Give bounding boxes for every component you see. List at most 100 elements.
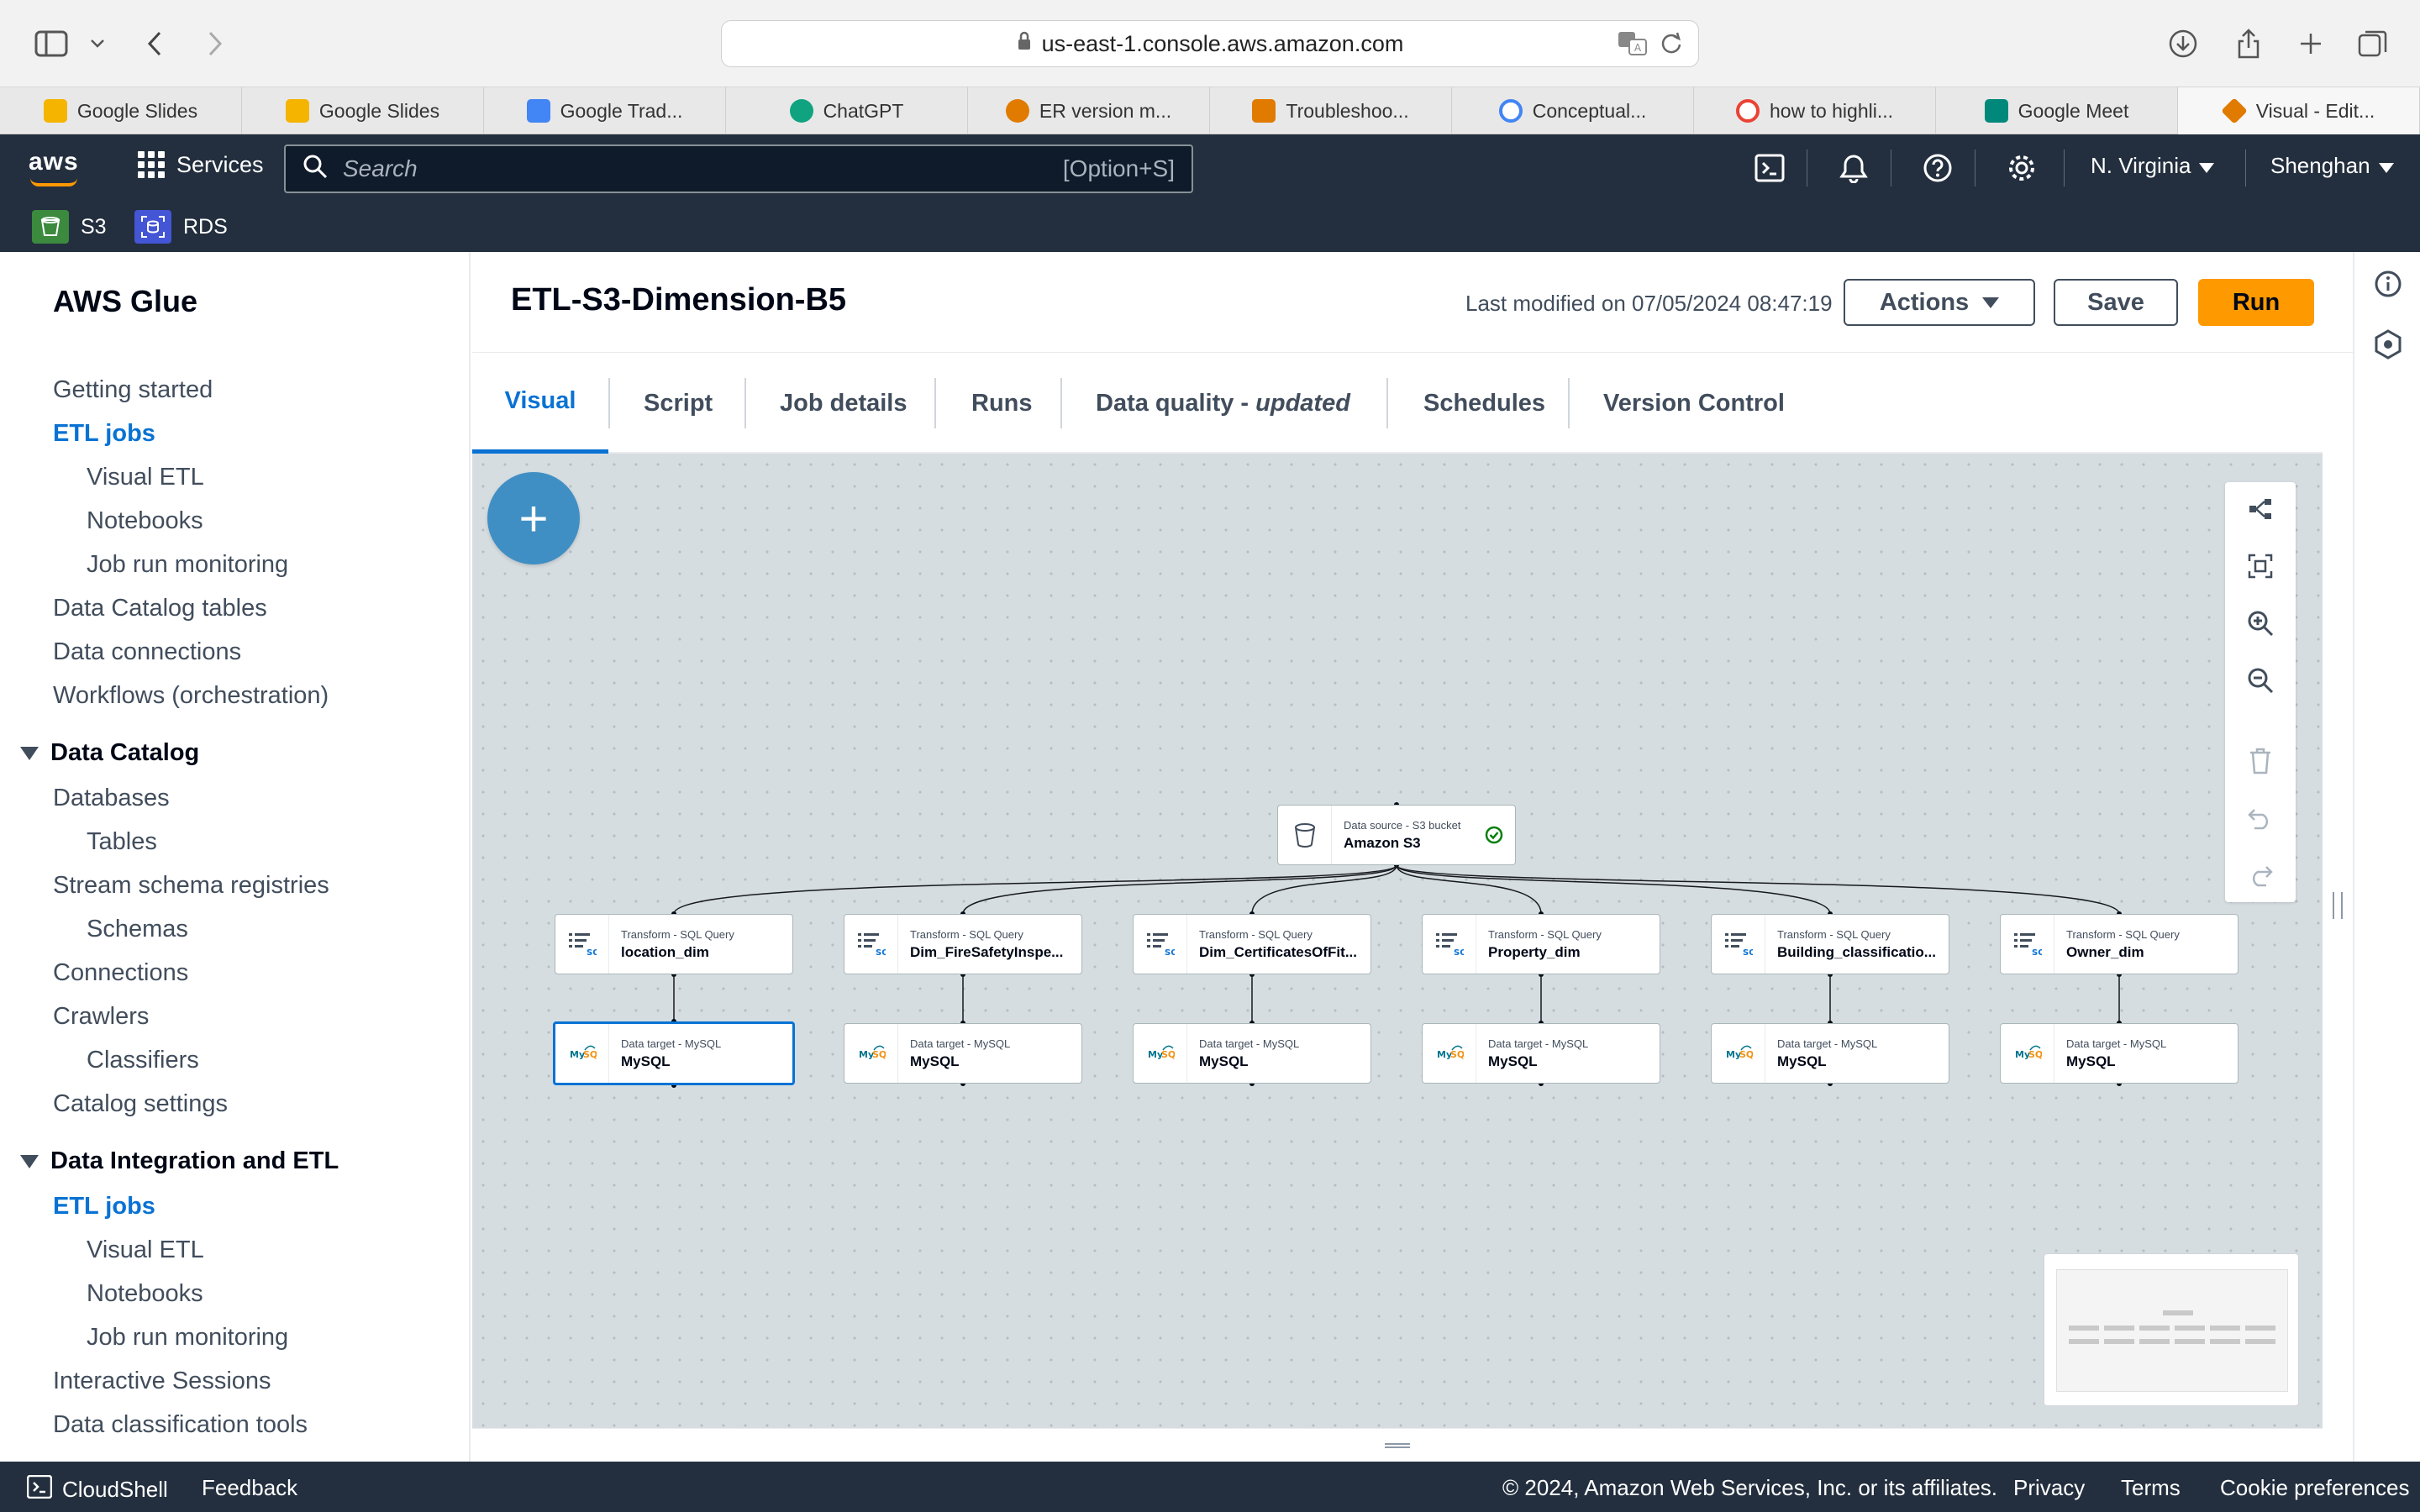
- sidebar-item-databases[interactable]: Databases: [53, 785, 170, 812]
- browser-tab[interactable]: Google Slides: [0, 87, 242, 134]
- tab-data-quality[interactable]: Data quality - updated: [1096, 353, 1350, 454]
- fit-view-icon[interactable]: [2245, 551, 2275, 581]
- sidebar-item-crawlers[interactable]: Crawlers: [53, 1003, 149, 1031]
- browser-tab[interactable]: Troubleshoo...: [1210, 87, 1452, 134]
- sidebar-item-visual-etl-2[interactable]: Visual ETL: [87, 1236, 204, 1264]
- browser-tab[interactable]: ER version m...: [968, 87, 1210, 134]
- undo-icon[interactable]: [2245, 803, 2275, 833]
- sidebar-item-connections[interactable]: Connections: [53, 959, 188, 987]
- redo-icon[interactable]: [2245, 860, 2275, 890]
- sidebar-item-getting-started[interactable]: Getting started: [53, 376, 213, 404]
- browser-tab[interactable]: ChatGPT: [726, 87, 968, 134]
- tab-visual[interactable]: Visual: [472, 353, 608, 454]
- actions-button[interactable]: Actions: [1844, 279, 2035, 326]
- bell-icon[interactable]: [1837, 151, 1870, 185]
- sidebar-item-catalog-settings[interactable]: Catalog settings: [53, 1090, 228, 1118]
- zoom-out-icon[interactable]: [2245, 665, 2275, 696]
- zoom-in-icon[interactable]: [2245, 608, 2275, 638]
- browser-tab[interactable]: Google Slides: [242, 87, 484, 134]
- node-data-target-mysql[interactable]: MySQL Data target - MySQL MySQL: [2000, 1023, 2238, 1084]
- run-button[interactable]: Run: [2198, 279, 2314, 326]
- node-data-target-mysql[interactable]: MySQL Data target - MySQL MySQL: [553, 1021, 795, 1085]
- address-bar[interactable]: us-east-1.console.aws.amazon.com A: [721, 20, 1699, 67]
- gear-icon[interactable]: [2005, 151, 2039, 185]
- help-icon[interactable]: [1921, 151, 1954, 185]
- sidebar-item-etl-jobs-2[interactable]: ETL jobs: [53, 1193, 155, 1221]
- save-button[interactable]: Save: [2054, 279, 2178, 326]
- browser-tab[interactable]: Conceptual...: [1452, 87, 1694, 134]
- node-transform-sql[interactable]: SQL Transform - SQL Query Dim_FireSafetyI…: [844, 914, 1082, 974]
- chevron-down-icon[interactable]: [87, 25, 108, 62]
- forward-icon[interactable]: [200, 25, 230, 62]
- sidebar-item-data-connections[interactable]: Data connections: [53, 638, 241, 666]
- visual-editor-canvas[interactable]: + Data source - S3 bucket Amazon S3 SQ T…: [472, 454, 2323, 1428]
- sidebar-item-workflows[interactable]: Workflows (orchestration): [53, 682, 329, 710]
- sidebar-item-visual-etl[interactable]: Visual ETL: [87, 464, 204, 491]
- node-transform-sql[interactable]: SQL Transform - SQL Query Building_classi…: [1711, 914, 1949, 974]
- new-tab-icon[interactable]: [2294, 25, 2328, 62]
- sidebar-item-schemas[interactable]: Schemas: [87, 916, 188, 943]
- cloudshell-icon[interactable]: [1753, 151, 1786, 185]
- trash-icon[interactable]: [2245, 746, 2275, 776]
- browser-tab[interactable]: Google Trad...: [484, 87, 726, 134]
- node-transform-sql[interactable]: SQL Transform - SQL Query Owner_dim: [2000, 914, 2238, 974]
- canvas-minimap[interactable]: [2044, 1253, 2299, 1406]
- region-selector[interactable]: N. Virginia: [2091, 153, 2215, 179]
- sidebar-item-data-catalog-tables[interactable]: Data Catalog tables: [53, 595, 267, 622]
- aws-logo[interactable]: aws: [29, 148, 79, 186]
- tab-job-details[interactable]: Job details: [780, 353, 908, 454]
- add-node-button[interactable]: +: [487, 472, 580, 564]
- account-menu[interactable]: Shenghan: [2270, 153, 2394, 179]
- sidebar-item-notebooks[interactable]: Notebooks: [87, 507, 203, 535]
- sidebar-item-job-run-monitoring-2[interactable]: Job run monitoring: [87, 1324, 288, 1352]
- browser-tab[interactable]: Google Meet: [1936, 87, 2178, 134]
- downloads-icon[interactable]: [2166, 25, 2200, 62]
- node-transform-sql[interactable]: SQL Transform - SQL Query location_dim: [555, 914, 793, 974]
- tab-runs[interactable]: Runs: [971, 353, 1033, 454]
- sidebar-title[interactable]: AWS Glue: [53, 284, 197, 319]
- sidebar-toggle-icon[interactable]: [32, 25, 71, 62]
- sidebar-item-notebooks-2[interactable]: Notebooks: [87, 1280, 203, 1308]
- vertical-resize-handle[interactable]: [2333, 892, 2343, 919]
- node-data-target-mysql[interactable]: MySQL Data target - MySQL MySQL: [1711, 1023, 1949, 1084]
- node-data-source-s3[interactable]: Data source - S3 bucket Amazon S3: [1277, 805, 1516, 865]
- sidebar-item-stream-schema-registries[interactable]: Stream schema registries: [53, 872, 329, 900]
- node-data-target-mysql[interactable]: MySQL Data target - MySQL MySQL: [1133, 1023, 1371, 1084]
- tab-schedules[interactable]: Schedules: [1423, 353, 1545, 454]
- hexagon-help-icon[interactable]: [2373, 329, 2403, 360]
- node-data-target-mysql[interactable]: MySQL Data target - MySQL MySQL: [844, 1023, 1082, 1084]
- info-icon[interactable]: [2373, 269, 2403, 299]
- sidebar-item-etl-jobs[interactable]: ETL jobs: [53, 420, 155, 448]
- sidebar-item-classifiers[interactable]: Classifiers: [87, 1047, 199, 1074]
- sidebar-section-data-integration[interactable]: Data Integration and ETL: [20, 1147, 339, 1175]
- favorite-rds[interactable]: RDS: [134, 210, 228, 244]
- sidebar-item-job-run-monitoring[interactable]: Job run monitoring: [87, 551, 288, 579]
- browser-tab-label: Google Slides: [318, 99, 440, 122]
- feedback-link[interactable]: Feedback: [202, 1475, 297, 1501]
- layout-icon[interactable]: [2245, 494, 2275, 524]
- node-data-target-mysql[interactable]: MySQL Data target - MySQL MySQL: [1422, 1023, 1660, 1084]
- tab-version-control[interactable]: Version Control: [1603, 353, 1785, 454]
- terms-link[interactable]: Terms: [2121, 1475, 2181, 1501]
- share-icon[interactable]: [2232, 25, 2265, 62]
- browser-tab-active[interactable]: Visual - Edit...: [2178, 87, 2420, 134]
- browser-tab[interactable]: how to highli...: [1694, 87, 1936, 134]
- cookie-preferences-link[interactable]: Cookie preferences: [2220, 1475, 2409, 1501]
- tab-overview-icon[interactable]: [2356, 25, 2390, 62]
- privacy-link[interactable]: Privacy: [2013, 1475, 2085, 1501]
- reload-icon[interactable]: [1660, 31, 1683, 62]
- services-button[interactable]: Services: [138, 151, 264, 178]
- node-transform-sql[interactable]: SQL Transform - SQL Query Dim_Certificate…: [1133, 914, 1371, 974]
- cloudshell-link[interactable]: CloudShell: [26, 1474, 168, 1504]
- search-input[interactable]: Search [Option+S]: [284, 144, 1193, 193]
- sidebar-item-interactive-sessions[interactable]: Interactive Sessions: [53, 1368, 271, 1395]
- sidebar-item-data-classification-tools[interactable]: Data classification tools: [53, 1411, 308, 1439]
- sidebar-item-tables[interactable]: Tables: [87, 828, 157, 856]
- tab-script[interactable]: Script: [644, 353, 713, 454]
- favorite-s3[interactable]: S3: [32, 210, 107, 244]
- sidebar-section-data-catalog[interactable]: Data Catalog: [20, 739, 199, 767]
- node-transform-sql[interactable]: SQL Transform - SQL Query Property_dim: [1422, 914, 1660, 974]
- translate-icon[interactable]: A: [1618, 31, 1648, 62]
- panel-resize-handle[interactable]: [472, 1428, 2323, 1462]
- back-icon[interactable]: [139, 25, 170, 62]
